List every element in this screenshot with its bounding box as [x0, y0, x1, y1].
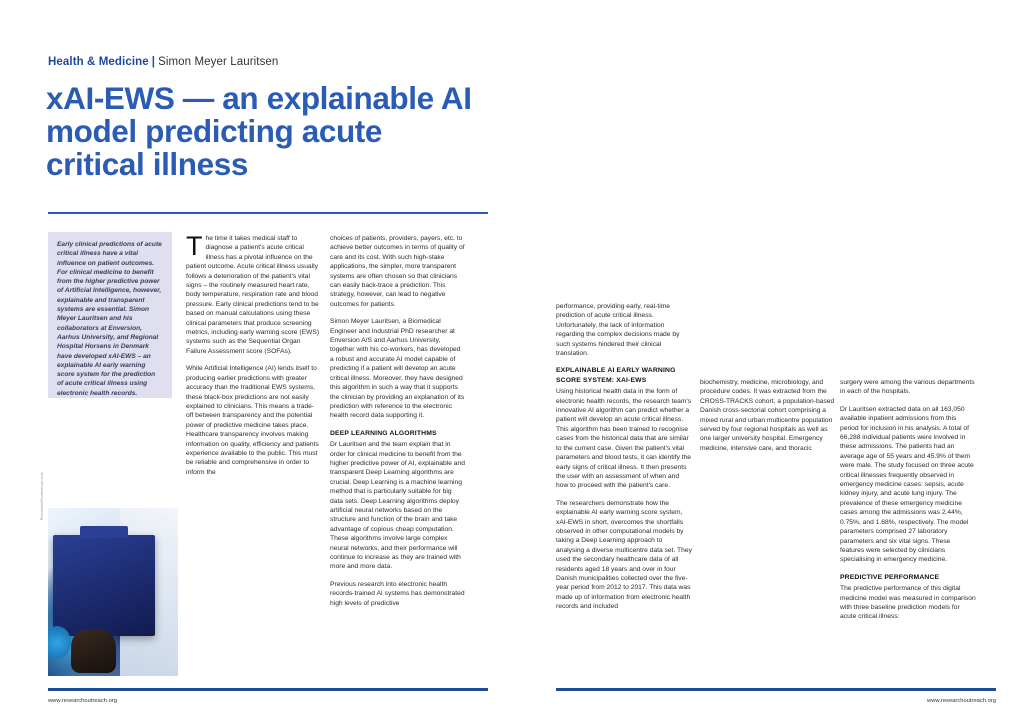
right-page: Photo Credit: https://www.nature.com/art…: [510, 0, 1020, 721]
col2-paragraph-1: choices of patients, providers, payers, …: [330, 235, 465, 308]
column-2: choices of patients, providers, payers, …: [330, 234, 466, 616]
col5-paragraph-2: Dr Lauritsen extracted data on all 163,0…: [840, 405, 974, 564]
photo-folder-region: [53, 525, 155, 636]
column-3: performance, providing early, real-time …: [556, 302, 692, 620]
kicker: Health & Medicine | Simon Meyer Lauritsen: [48, 56, 278, 68]
column-5: surgery were among the various departmen…: [840, 378, 976, 630]
col3-paragraph-3: The researchers demonstrate how the expl…: [556, 499, 692, 611]
column-1: The time it takes medical staff to diagn…: [186, 231, 320, 485]
col5-heading: PREDICTIVE PERFORMANCE: [840, 573, 940, 581]
footer-url-left: www.researchoutreach.org: [48, 698, 117, 704]
standfirst-summary: Early clinical predictions of acute crit…: [48, 232, 172, 398]
col5-paragraph-3: The predictive performance of this digit…: [840, 585, 976, 621]
left-page: Health & Medicine | Simon Meyer Lauritsen …: [0, 0, 510, 721]
col2-paragraph-4: Previous research into electronic health…: [330, 580, 465, 607]
photo-credit-left: Photothek/Shutterstock.com: [40, 472, 44, 520]
col1-paragraph-1: The time it takes medical staff to diagn…: [186, 231, 320, 355]
footer-divider-right: [556, 688, 996, 691]
column-4: biochemistry, medicine, microbiology, an…: [700, 378, 836, 461]
col1-paragraph-2: While Artificial Intelligence (AI) lends…: [186, 365, 319, 476]
footer-url-right: www.researchoutreach.org: [927, 698, 996, 704]
photo-doctor-folder: [48, 508, 178, 676]
col2-paragraph-3: Dr Lauritsen and the team explain that i…: [330, 441, 465, 571]
category-label: Health & Medicine: [48, 56, 149, 68]
col4-paragraph-1: biochemistry, medicine, microbiology, an…: [700, 379, 835, 452]
footer-divider-left: [48, 688, 488, 691]
col2-paragraph-2: Simon Meyer Lauritsen, a Biomedical Engi…: [330, 318, 465, 420]
headline-divider: [48, 212, 488, 214]
col2-heading: DEEP LEARNING ALGORITHMS: [330, 429, 437, 437]
col3-paragraph-2: Using historical health data in the form…: [556, 388, 692, 490]
page-title: xAI-EWS — an explainable AI model predic…: [46, 80, 472, 182]
author-name: Simon Meyer Lauritsen: [158, 56, 279, 68]
col5-paragraph-1: surgery were among the various departmen…: [840, 379, 975, 396]
kicker-separator: |: [151, 56, 156, 68]
col3-paragraph-1: performance, providing early, real-time …: [556, 303, 680, 358]
magazine-spread: Health & Medicine | Simon Meyer Lauritsen …: [0, 0, 1020, 721]
col3-heading: EXPLAINABLE AI EARLY WARNING SCORE SYSTE…: [556, 367, 676, 384]
photo-hand-region: [71, 628, 116, 673]
